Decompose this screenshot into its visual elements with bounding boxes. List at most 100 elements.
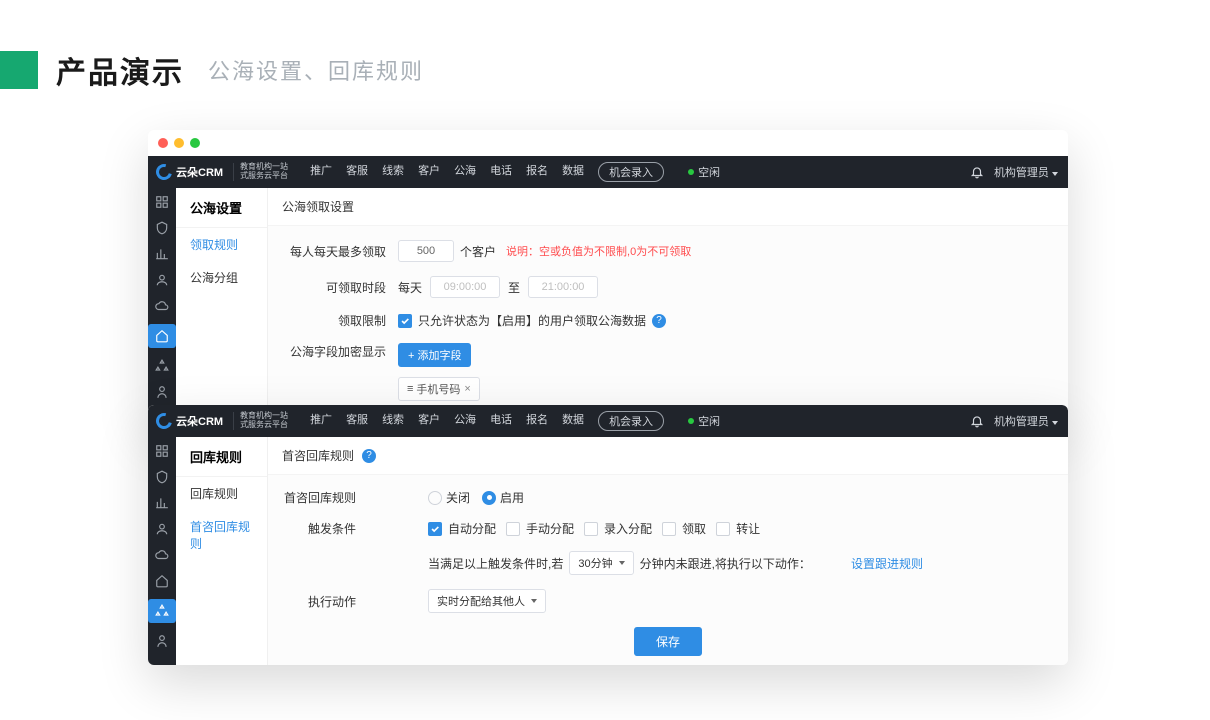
nav-customer[interactable]: 客户 [418, 411, 440, 431]
opportunity-entry-button[interactable]: 机会录入 [598, 162, 664, 182]
nav-leads[interactable]: 线索 [382, 411, 404, 431]
nav-data[interactable]: 数据 [562, 162, 584, 182]
nav-service[interactable]: 客服 [346, 162, 368, 182]
status-indicator-icon [688, 169, 694, 175]
bell-icon[interactable] [970, 165, 984, 179]
rail-dashboard-icon[interactable] [154, 194, 170, 210]
action-label: 执行动作 [278, 593, 368, 610]
opportunity-entry-button[interactable]: 机会录入 [598, 411, 664, 431]
rail-cloud-icon[interactable] [154, 547, 170, 563]
rule-label: 首咨回库规则 [278, 489, 368, 506]
save-button[interactable]: 保存 [634, 627, 702, 656]
add-field-button[interactable]: + 添加字段 [398, 343, 471, 367]
icon-rail [148, 437, 176, 665]
mask-fields-label: 公海字段加密显示 [278, 343, 398, 360]
rail-person-icon[interactable] [154, 384, 170, 400]
page-heading: 产品演示 公海设置、回库规则 [0, 0, 1210, 92]
app-header: 云朵CRM 教育机构一站式服务云平台 推广 客服 线索 客户 公海 电话 报名 … [148, 156, 1068, 188]
help-icon[interactable]: ? [362, 449, 376, 463]
logo[interactable]: 云朵CRM 教育机构一站式服务云平台 [148, 163, 296, 181]
time-from-input[interactable]: 09:00:00 [430, 276, 500, 298]
cbx-auto-assign[interactable] [428, 522, 442, 536]
rail-home-icon[interactable] [154, 573, 170, 589]
logo-slogan: 教育机构一站式服务云平台 [233, 163, 288, 181]
sidebar: 公海设置 领取规则 公海分组 [176, 188, 268, 425]
nav-phone[interactable]: 电话 [490, 162, 512, 182]
rail-home-icon[interactable] [148, 324, 176, 348]
logo-icon [153, 410, 175, 432]
status-text: 空闲 [698, 164, 720, 180]
cbx-manual-assign[interactable] [506, 522, 520, 536]
sidebar: 回库规则 回库规则 首咨回库规则 [176, 437, 268, 665]
rail-recycle-icon[interactable] [154, 358, 170, 374]
cbx-entry-assign[interactable] [584, 522, 598, 536]
sidebar-item-return-rules[interactable]: 回库规则 [176, 477, 267, 510]
cbx-claim[interactable] [662, 522, 676, 536]
sidebar-item-claim-rules[interactable]: 领取规则 [176, 228, 267, 261]
rail-dashboard-icon[interactable] [154, 443, 170, 459]
rail-user-icon[interactable] [154, 272, 170, 288]
nav-promote[interactable]: 推广 [310, 411, 332, 431]
claim-limit-checkbox[interactable] [398, 314, 412, 328]
rail-person-icon[interactable] [154, 633, 170, 649]
icon-rail [148, 188, 176, 425]
drag-handle-icon[interactable]: ≡ [407, 383, 412, 395]
bell-icon[interactable] [970, 414, 984, 428]
rail-user-icon[interactable] [154, 521, 170, 537]
timeout-select[interactable]: 30分钟 [569, 551, 633, 575]
sidebar-item-first-consult-rules[interactable]: 首咨回库规则 [176, 510, 267, 560]
condition-post: 分钟内未跟进,将执行以下动作： [640, 555, 811, 572]
max-per-day-input[interactable] [398, 240, 454, 262]
rail-cloud-icon[interactable] [154, 298, 170, 314]
rail-shield-icon[interactable] [154, 469, 170, 485]
nav-pool[interactable]: 公海 [454, 411, 476, 431]
nav-pool[interactable]: 公海 [454, 162, 476, 182]
user-menu[interactable]: 机构管理员 [994, 164, 1058, 180]
status-indicator-icon [688, 418, 694, 424]
status-text: 空闲 [698, 413, 720, 429]
help-icon[interactable]: ? [652, 314, 666, 328]
condition-pre: 当满足以上触发条件时,若 [428, 555, 563, 572]
rail-shield-icon[interactable] [154, 220, 170, 236]
nav-customer[interactable]: 客户 [418, 162, 440, 182]
masked-field-tag: ≡ 手机号码 × [398, 377, 480, 401]
time-prefix: 每天 [398, 279, 422, 296]
set-followup-rule-link[interactable]: 设置跟进规则 [851, 555, 923, 572]
close-icon[interactable] [158, 138, 168, 148]
nav-phone[interactable]: 电话 [490, 411, 512, 431]
nav-signup[interactable]: 报名 [526, 411, 548, 431]
accent-block [0, 51, 38, 89]
rail-chart-icon[interactable] [154, 246, 170, 262]
window-return-rules: 云朵CRM 教育机构一站式服务云平台 推广 客服 线索 客户 公海 电话 报名 … [148, 405, 1068, 665]
page-title-sub: 公海设置、回库规则 [208, 54, 424, 86]
app-header: 云朵CRM 教育机构一站式服务云平台 推广 客服 线索 客户 公海 电话 报名 … [148, 405, 1068, 437]
logo[interactable]: 云朵CRM 教育机构一站式服务云平台 [148, 412, 296, 430]
window-public-pool-settings: 云朵CRM 教育机构一站式服务云平台 推广 客服 线索 客户 公海 电话 报名 … [148, 130, 1068, 425]
rail-recycle-icon[interactable] [148, 599, 176, 623]
remove-tag-icon[interactable]: × [464, 383, 470, 395]
radio-on-label: 启用 [500, 489, 524, 506]
action-select[interactable]: 实时分配给其他人 [428, 589, 546, 613]
time-to-input[interactable]: 21:00:00 [528, 276, 598, 298]
minimize-icon[interactable] [174, 138, 184, 148]
sidebar-title: 公海设置 [176, 188, 267, 228]
nav-promote[interactable]: 推广 [310, 162, 332, 182]
max-per-day-hint: 说明：空或负值为不限制,0为不可领取 [506, 243, 691, 259]
logo-icon [153, 161, 175, 183]
radio-off-label: 关闭 [446, 489, 470, 506]
claim-limit-text: 只允许状态为【启用】的用户领取公海数据 [418, 312, 646, 329]
radio-on[interactable] [482, 491, 496, 505]
sidebar-item-pool-groups[interactable]: 公海分组 [176, 261, 267, 294]
window-controls [148, 130, 1068, 156]
maximize-icon[interactable] [190, 138, 200, 148]
cbx-transfer[interactable] [716, 522, 730, 536]
top-nav: 推广 客服 线索 客户 公海 电话 报名 数据 机会录入 [310, 411, 664, 431]
max-per-day-unit: 个客户 [460, 243, 496, 260]
radio-off[interactable] [428, 491, 442, 505]
nav-leads[interactable]: 线索 [382, 162, 404, 182]
nav-service[interactable]: 客服 [346, 411, 368, 431]
rail-chart-icon[interactable] [154, 495, 170, 511]
user-menu[interactable]: 机构管理员 [994, 413, 1058, 429]
nav-data[interactable]: 数据 [562, 411, 584, 431]
nav-signup[interactable]: 报名 [526, 162, 548, 182]
